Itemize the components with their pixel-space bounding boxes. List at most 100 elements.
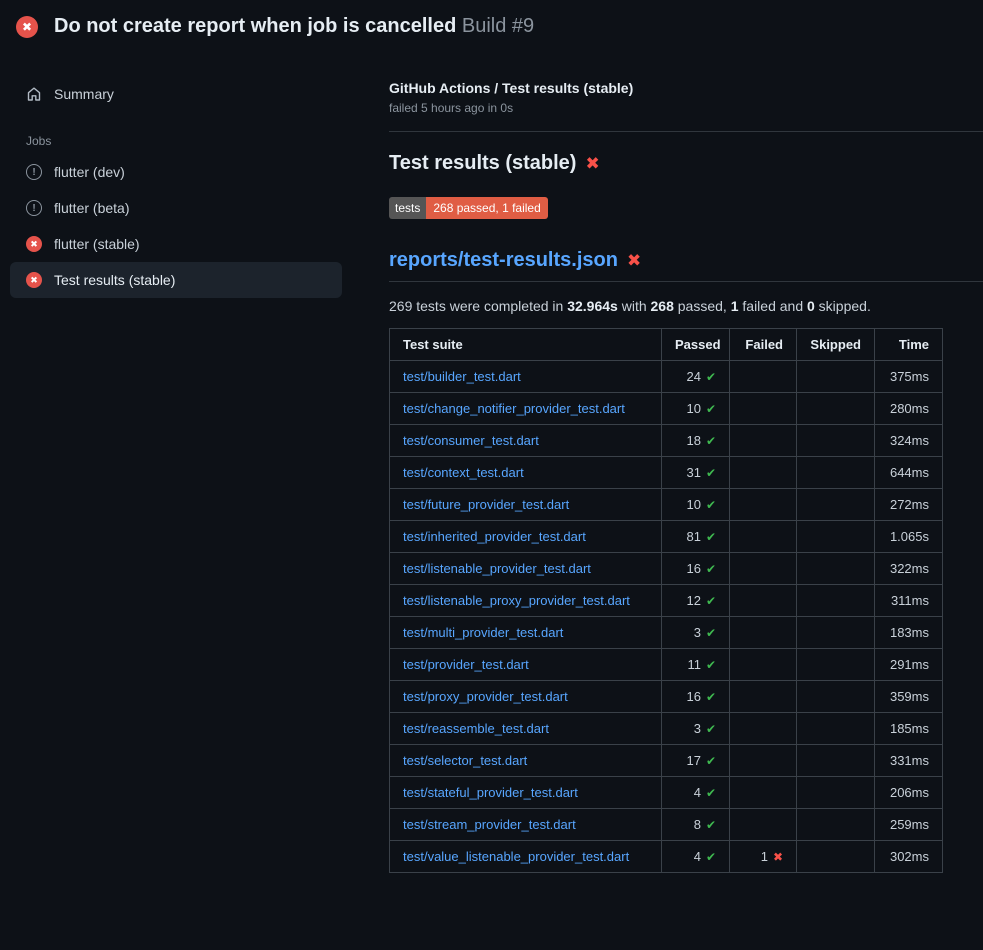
sidebar: Summary Jobs ! flutter (dev) ! flutter (…: [0, 50, 342, 298]
table-row: test/multi_provider_test.dart3✔183ms: [390, 617, 943, 649]
time-cell: 185ms: [875, 713, 943, 745]
section-title: Test results (stable) ✖: [389, 152, 983, 175]
failed-cell: [730, 521, 797, 553]
table-row: test/consumer_test.dart18✔324ms: [390, 425, 943, 457]
check-icon: ✔: [706, 498, 716, 512]
x-icon: ✖: [627, 251, 641, 271]
test-suite-link[interactable]: test/proxy_provider_test.dart: [403, 689, 568, 704]
failed-cell: [730, 489, 797, 521]
sidebar-item-summary[interactable]: Summary: [10, 76, 342, 112]
run-title: Do not create report when job is cancell…: [54, 15, 456, 37]
suite-cell: test/reassemble_test.dart: [390, 713, 662, 745]
passed-cell: 12✔: [662, 585, 730, 617]
time-cell: 331ms: [875, 745, 943, 777]
check-icon: ✔: [706, 402, 716, 416]
home-icon: [26, 86, 42, 102]
test-suite-link[interactable]: test/inherited_provider_test.dart: [403, 529, 586, 544]
skipped-cell: [797, 841, 875, 873]
check-icon: ✔: [706, 722, 716, 736]
failed-cell: [730, 681, 797, 713]
skipped-cell: [797, 361, 875, 393]
skipped-count: 0: [807, 298, 815, 314]
passed-cell: 10✔: [662, 489, 730, 521]
table-row: test/listenable_proxy_provider_test.dart…: [390, 585, 943, 617]
test-suite-link[interactable]: test/future_provider_test.dart: [403, 497, 569, 512]
time-cell: 280ms: [875, 393, 943, 425]
skipped-cell: [797, 681, 875, 713]
x-icon: ✖: [585, 154, 599, 174]
passed-cell: 4✔: [662, 777, 730, 809]
sidebar-item-flutter-beta[interactable]: ! flutter (beta): [10, 190, 342, 226]
skipped-cell: [797, 745, 875, 777]
check-icon: ✔: [706, 434, 716, 448]
test-suite-link[interactable]: test/selector_test.dart: [403, 753, 527, 768]
test-suite-link[interactable]: test/stateful_provider_test.dart: [403, 785, 578, 800]
sidebar-item-flutter-dev[interactable]: ! flutter (dev): [10, 154, 342, 190]
test-suite-link[interactable]: test/stream_provider_test.dart: [403, 817, 576, 832]
passed-cell: 18✔: [662, 425, 730, 457]
build-number: Build #9: [462, 15, 534, 37]
check-icon: ✔: [706, 594, 716, 608]
page-title: Do not create report when job is cancell…: [54, 15, 534, 38]
skipped-cell: [797, 393, 875, 425]
header-time: Time: [875, 329, 943, 361]
check-icon: ✔: [706, 818, 716, 832]
failed-cell: [730, 457, 797, 489]
report-link[interactable]: reports/test-results.json: [389, 249, 618, 272]
check-icon: ✔: [706, 466, 716, 480]
report-heading: reports/test-results.json ✖: [389, 249, 983, 282]
main-content: GitHub Actions / Test results (stable) f…: [342, 50, 983, 873]
failed-cell: [730, 585, 797, 617]
sidebar-summary-label: Summary: [54, 86, 114, 102]
test-suite-link[interactable]: test/listenable_provider_test.dart: [403, 561, 591, 576]
time-cell: 644ms: [875, 457, 943, 489]
skipped-cell: [797, 649, 875, 681]
sidebar-item-test-results-stable[interactable]: ✖ Test results (stable): [10, 262, 342, 298]
table-row: test/selector_test.dart 17✔ 331ms: [390, 745, 943, 777]
skipped-cell: [797, 489, 875, 521]
table-row: test/builder_test.dart24✔375ms: [390, 361, 943, 393]
passed-cell: 31✔: [662, 457, 730, 489]
skipped-cell: [797, 553, 875, 585]
time-cell: 259ms: [875, 809, 943, 841]
suite-cell: test/listenable_proxy_provider_test.dart: [390, 585, 662, 617]
skipped-cell: [797, 457, 875, 489]
check-icon: ✔: [706, 530, 716, 544]
passed-cell: 4✔: [662, 841, 730, 873]
test-suite-link[interactable]: test/provider_test.dart: [403, 657, 529, 672]
time-cell: 206ms: [875, 777, 943, 809]
passed-cell: 17✔: [662, 745, 730, 777]
suite-cell: test/future_provider_test.dart: [390, 489, 662, 521]
header-passed: Passed: [662, 329, 730, 361]
suite-cell: test/consumer_test.dart: [390, 425, 662, 457]
failed-cell: [730, 553, 797, 585]
passed-cell: 10✔: [662, 393, 730, 425]
time-cell: 302ms: [875, 841, 943, 873]
test-suite-link[interactable]: test/reassemble_test.dart: [403, 721, 549, 736]
skipped-cell: [797, 521, 875, 553]
failed-cell: [730, 649, 797, 681]
layout: Summary Jobs ! flutter (dev) ! flutter (…: [0, 50, 983, 873]
table-row: test/listenable_provider_test.dart16✔322…: [390, 553, 943, 585]
test-suite-link[interactable]: test/multi_provider_test.dart: [403, 625, 563, 640]
neutral-status-icon: !: [26, 200, 42, 216]
table-row: test/stateful_provider_test.dart 4✔ 206ms: [390, 777, 943, 809]
failed-cell: [730, 777, 797, 809]
test-suite-link[interactable]: test/value_listenable_provider_test.dart: [403, 849, 629, 864]
time-cell: 359ms: [875, 681, 943, 713]
failed-cell: [730, 361, 797, 393]
test-suite-link[interactable]: test/change_notifier_provider_test.dart: [403, 401, 625, 416]
test-suite-link[interactable]: test/consumer_test.dart: [403, 433, 539, 448]
suite-cell: test/provider_test.dart: [390, 649, 662, 681]
check-icon: ✔: [706, 562, 716, 576]
table-row: test/change_notifier_provider_test.dart 1…: [390, 393, 943, 425]
skipped-cell: [797, 617, 875, 649]
test-suite-link[interactable]: test/builder_test.dart: [403, 369, 521, 384]
table-row: test/future_provider_test.dart10✔272ms: [390, 489, 943, 521]
test-suite-link[interactable]: test/listenable_proxy_provider_test.dart: [403, 593, 630, 608]
jobs-section-label: Jobs: [26, 134, 342, 148]
test-suite-link[interactable]: test/context_test.dart: [403, 465, 524, 480]
failed-cell: [730, 745, 797, 777]
header-failed: Failed: [730, 329, 797, 361]
sidebar-item-flutter-stable[interactable]: ✖ flutter (stable): [10, 226, 342, 262]
